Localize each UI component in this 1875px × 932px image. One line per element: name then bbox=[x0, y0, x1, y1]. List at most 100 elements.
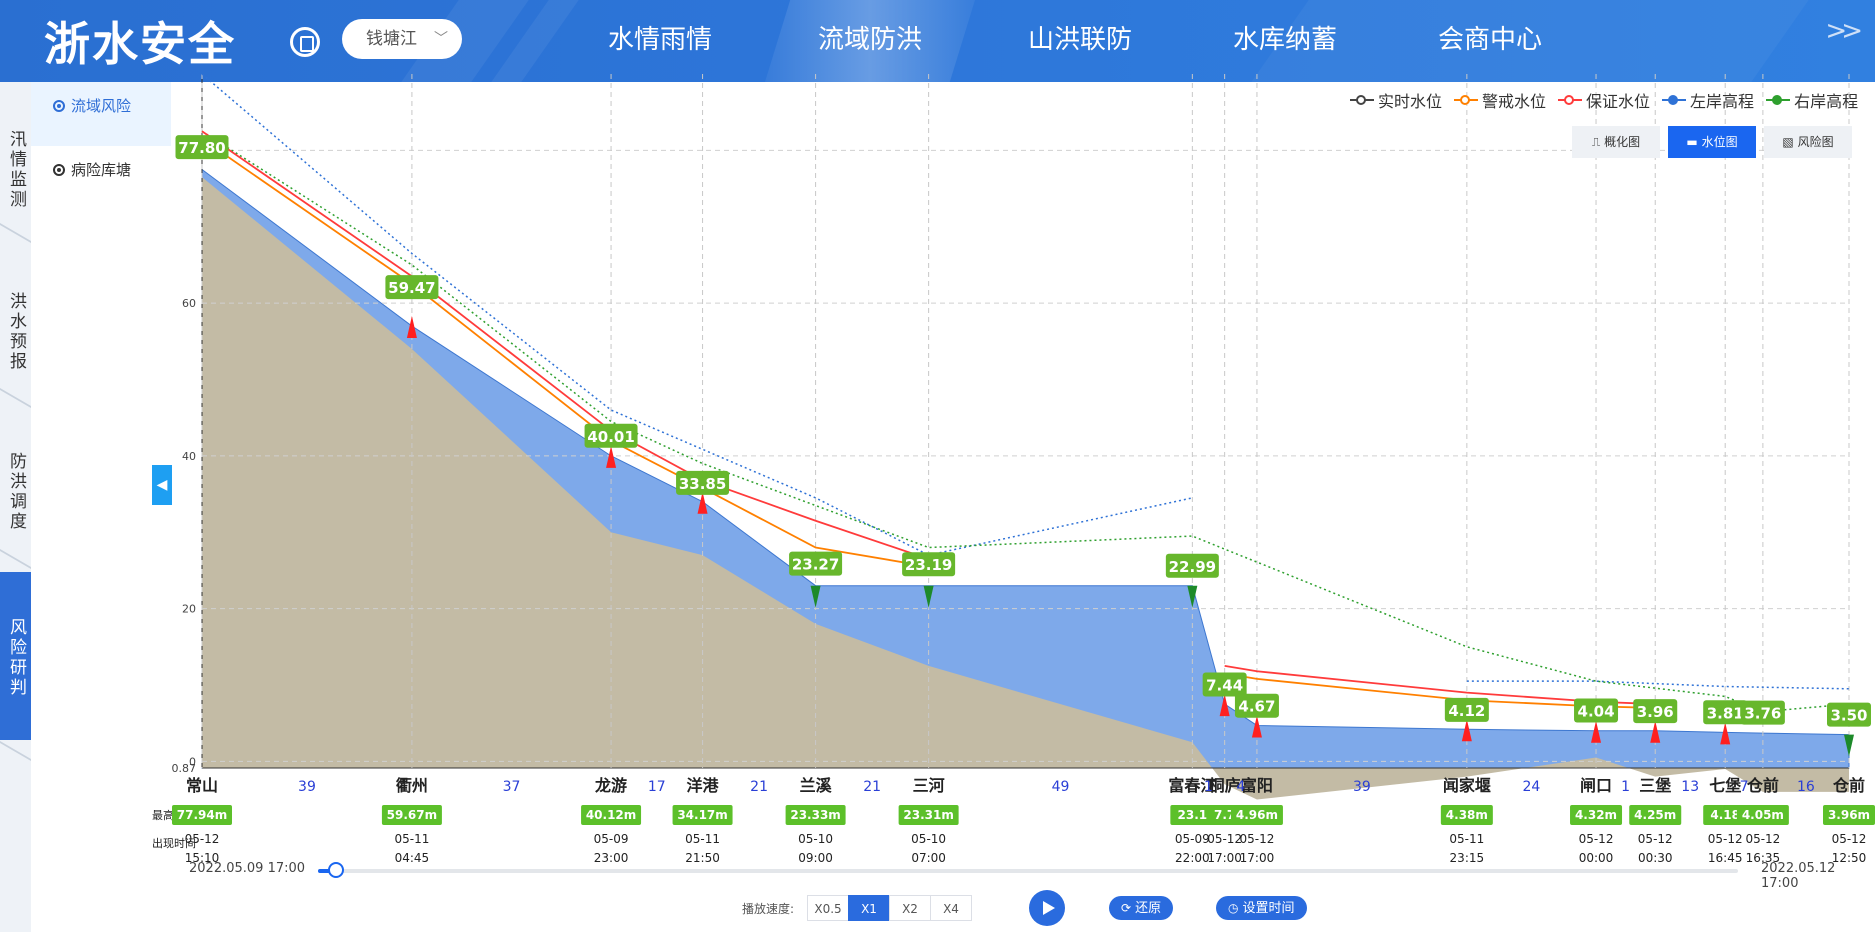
level-value-label: 77.80 bbox=[178, 139, 225, 157]
speed-label: 播放速度: bbox=[742, 902, 795, 916]
rail-divider bbox=[0, 388, 31, 418]
legend-label: 左岸高程 bbox=[1690, 92, 1755, 111]
risk-icon bbox=[53, 164, 65, 176]
nav-consult-center[interactable]: 会商中心 bbox=[1410, 0, 1570, 82]
level-value-label: 4.12 bbox=[1448, 702, 1485, 720]
max-level-time: 04:45 bbox=[395, 851, 430, 865]
view-btn-water-level[interactable]: ▬ 水位图 bbox=[1668, 126, 1756, 158]
play-button[interactable] bbox=[1029, 890, 1065, 926]
max-level-date: 05-12 bbox=[185, 832, 220, 846]
max-level-value: 4.05m bbox=[1742, 808, 1784, 822]
max-level-date: 05-11 bbox=[394, 832, 429, 846]
legend-item-right-bank[interactable]: 右岸高程 bbox=[1766, 88, 1858, 112]
rail-item-forecast[interactable]: 洪水预报 bbox=[0, 292, 31, 372]
max-level-time: 23:15 bbox=[1450, 851, 1485, 865]
max-level-date: 05-10 bbox=[911, 832, 946, 846]
timeline-handle[interactable] bbox=[328, 862, 345, 878]
refresh-icon: ⟳ bbox=[1121, 901, 1132, 915]
nav-basin-flood[interactable]: 流域防洪 bbox=[765, 0, 975, 82]
segment-distance: 37 bbox=[503, 779, 521, 795]
station-name: 仓前 bbox=[1746, 776, 1779, 795]
max-level-value: 23.1 bbox=[1178, 808, 1208, 822]
legend-item-realtime[interactable]: 实时水位 bbox=[1350, 88, 1442, 112]
legend-marker-icon bbox=[1662, 94, 1687, 106]
more-arrows-icon[interactable]: >> bbox=[1825, 16, 1862, 46]
max-level-value: 4.32m bbox=[1575, 808, 1617, 822]
view-btn-schematic[interactable]: ⎍ 概化图 bbox=[1572, 126, 1660, 158]
max-level-value: 4.96m bbox=[1236, 808, 1278, 822]
level-value-label: 23.27 bbox=[792, 556, 839, 574]
legend-label: 右岸高程 bbox=[1794, 92, 1859, 111]
timeline-end: 2022.05.12 17:00 bbox=[1761, 861, 1836, 891]
speed-option[interactable]: X2 bbox=[889, 895, 931, 921]
logo-badge-icon bbox=[290, 27, 320, 57]
segment-distance: 39 bbox=[298, 779, 316, 795]
clock-icon: ◷ bbox=[1228, 901, 1239, 915]
app-header: 浙水安全 钱塘江 ﹀ 水情雨情 流域防洪 山洪联防 水库纳蓄 会商中心 >> bbox=[0, 0, 1875, 82]
max-level-value: 4.18 bbox=[1710, 808, 1740, 822]
timeline-track[interactable] bbox=[318, 869, 1738, 873]
max-level-date: 05-11 bbox=[685, 832, 720, 846]
level-value-label: 3.50 bbox=[1830, 707, 1867, 725]
set-time-button[interactable]: ◷ 设置时间 bbox=[1216, 896, 1307, 920]
risk-map-icon: ▧ bbox=[1782, 135, 1798, 149]
sub-item-label: 病险库塘 bbox=[71, 161, 132, 179]
rail-item-dispatch[interactable]: 防洪调度 bbox=[0, 452, 31, 532]
legend-marker-icon bbox=[1766, 94, 1791, 106]
level-value-label: 7.44 bbox=[1206, 677, 1243, 695]
view-btn-risk[interactable]: ▧ 风险图 bbox=[1764, 126, 1852, 158]
max-level-date: 05-12 bbox=[1638, 832, 1673, 846]
nav-mountain-flood[interactable]: 山洪联防 bbox=[1000, 0, 1160, 82]
station-name: 龙游 bbox=[594, 776, 627, 795]
legend-label: 保证水位 bbox=[1586, 92, 1651, 111]
risk-icon bbox=[53, 100, 65, 112]
legend-marker-icon bbox=[1350, 94, 1374, 106]
max-level-time: 22:00 bbox=[1175, 851, 1210, 865]
segment-distance: 24 bbox=[1523, 779, 1541, 795]
level-value-label: 3.81 bbox=[1707, 704, 1744, 722]
legend-item-guarantee[interactable]: 保证水位 bbox=[1558, 88, 1650, 112]
legend-item-warning[interactable]: 警戒水位 bbox=[1454, 88, 1546, 112]
max-level-value: 3.96m bbox=[1828, 808, 1870, 822]
max-level-date: 05-10 bbox=[798, 832, 833, 846]
max-level-time: 07:00 bbox=[911, 851, 946, 865]
segment-distance: 1 bbox=[1621, 779, 1630, 795]
speed-option[interactable]: X4 bbox=[930, 895, 972, 921]
max-level-time: 00:00 bbox=[1579, 851, 1614, 865]
legend-item-left-bank[interactable]: 左岸高程 bbox=[1662, 88, 1754, 112]
app-logo: 浙水安全 bbox=[44, 17, 236, 71]
rail-item-monitor[interactable]: 汛情监测 bbox=[0, 130, 31, 210]
station-name: 七堡 bbox=[1709, 776, 1741, 795]
segment-distance: 7 bbox=[1740, 779, 1749, 795]
level-value-label: 33.85 bbox=[679, 475, 726, 493]
basin-select-value: 钱塘江 bbox=[366, 29, 417, 49]
restore-button[interactable]: ⟳ 还原 bbox=[1109, 896, 1174, 920]
view-btn-label: 概化图 bbox=[1604, 135, 1641, 149]
segment-distance: 21 bbox=[750, 779, 768, 795]
max-level-date: 05-12 bbox=[1745, 832, 1780, 846]
max-level-time: 23:00 bbox=[594, 851, 629, 865]
station-name: 富阳 bbox=[1241, 776, 1273, 795]
chevron-down-icon: ﹀ bbox=[434, 31, 448, 47]
basin-select[interactable]: 钱塘江 ﹀ bbox=[342, 19, 462, 59]
nav-water-rain[interactable]: 水情雨情 bbox=[580, 0, 740, 82]
max-level-value: 23.31m bbox=[903, 808, 953, 822]
restore-label: 还原 bbox=[1135, 901, 1162, 916]
segment-distance: 4 bbox=[1236, 779, 1245, 795]
segment-distance: 13 bbox=[1681, 779, 1699, 795]
chart-legend: 实时水位 警戒水位 保证水位 左岸高程 右岸高程 bbox=[1350, 88, 1858, 112]
max-level-value: 40.12m bbox=[586, 808, 636, 822]
max-level-time: 17:00 bbox=[1207, 851, 1242, 865]
speed-option[interactable]: X1 bbox=[848, 895, 890, 921]
timeline-start: 2022.05.09 17:00 bbox=[189, 861, 306, 876]
segment-distance: 17 bbox=[648, 779, 666, 795]
water-level-chart: 0.8702040608077.8059.4740.0133.8523.2723… bbox=[152, 74, 1875, 865]
max-level-value: 4.38m bbox=[1446, 808, 1488, 822]
max-level-time: 00:30 bbox=[1638, 851, 1673, 865]
nav-reservoir[interactable]: 水库纳蓄 bbox=[1200, 0, 1370, 82]
station-name: 闸口 bbox=[1580, 776, 1612, 795]
speed-option[interactable]: X0.5 bbox=[807, 895, 849, 921]
rail-item-risk[interactable]: 风险研判 bbox=[0, 572, 31, 740]
max-level-date: 05-09 bbox=[1175, 832, 1210, 846]
level-value-label: 23.19 bbox=[905, 556, 952, 574]
